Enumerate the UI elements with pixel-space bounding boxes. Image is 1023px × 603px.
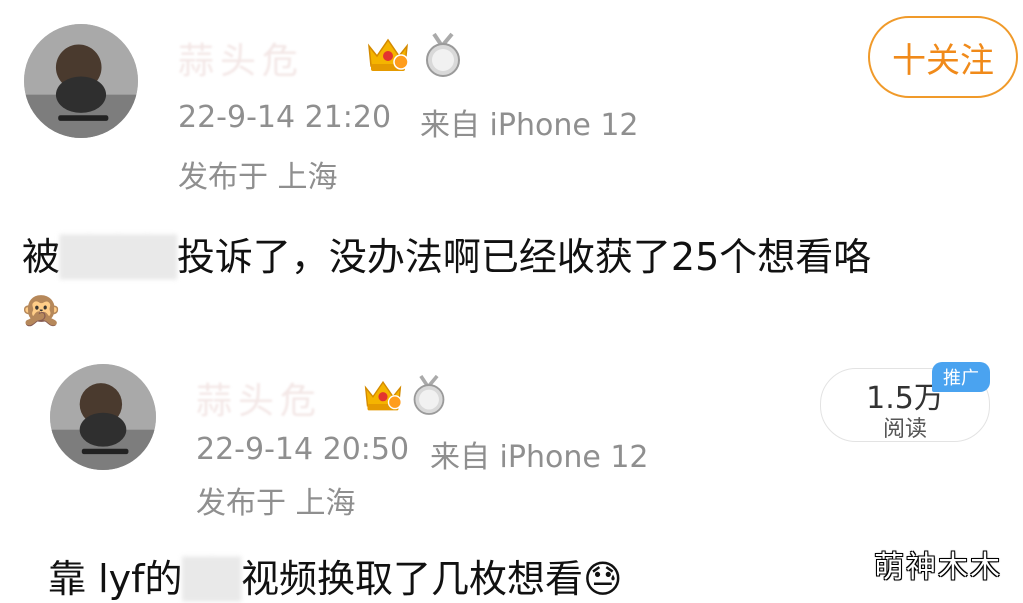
post-time: 22-9-14 21:20	[178, 100, 392, 135]
monkey-emoji: 🙊	[20, 290, 63, 330]
quoted-content-before: 靠 lyf的	[48, 557, 183, 601]
quoted-post-source: 来自 iPhone 12	[430, 440, 649, 475]
post-content-before: 被	[22, 235, 61, 279]
promo-badge: 推广	[932, 362, 990, 392]
post-content-after: 投诉了，没办法啊已经收获了25个想看咯	[176, 235, 872, 279]
avatar-image	[24, 24, 138, 138]
answer-medal-icon	[422, 32, 464, 78]
follow-button[interactable]: 十关注	[868, 16, 1018, 98]
sweat-emoji: 😓	[582, 557, 623, 601]
vip-crown-icon	[365, 32, 411, 74]
quoted-redacted-text: ██	[182, 557, 241, 601]
post-location: 发布于 上海	[178, 160, 338, 195]
watermark: 萌神木木	[874, 550, 1002, 585]
post-source: 来自 iPhone 12	[420, 108, 639, 143]
redacted-text: ████	[60, 235, 177, 279]
quoted-post-content: 靠 lyf的██视频换取了几枚想看😓	[48, 548, 623, 603]
quoted-content-after: 视频换取了几枚想看	[240, 557, 583, 601]
avatar[interactable]	[24, 24, 138, 138]
username[interactable]: 蒜头危	[178, 32, 304, 84]
quoted-post-location: 发布于 上海	[196, 486, 356, 521]
quoted-avatar-image	[50, 364, 156, 470]
quoted-post-time: 22-9-14 20:50	[196, 432, 410, 467]
quoted-username[interactable]: 蒜头危	[196, 372, 322, 424]
read-count-label: 阅读	[882, 417, 927, 442]
quoted-avatar[interactable]	[50, 364, 156, 470]
quoted-answer-medal-icon	[410, 374, 448, 416]
quoted-vip-crown-icon	[362, 374, 404, 414]
post-content: 被████投诉了，没办法啊已经收获了25个想看咯	[22, 226, 871, 281]
